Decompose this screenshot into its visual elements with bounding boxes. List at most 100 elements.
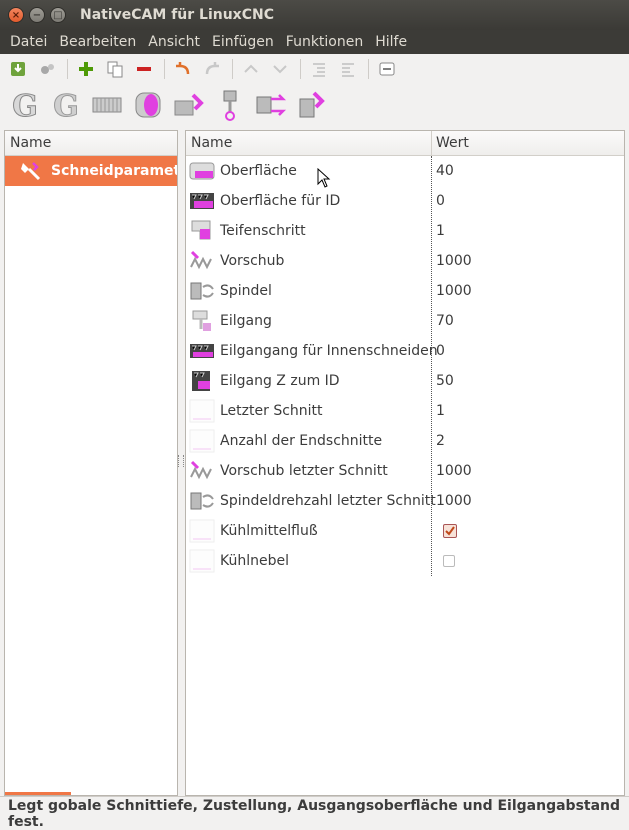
blank-param-icon (188, 427, 216, 455)
menu-einfuegen[interactable]: Einfügen (212, 34, 274, 50)
param-row[interactable]: Vorschub letzter Schnitt 1000 (186, 456, 624, 486)
params-pane: Name Wert Oberfläche 40 Oberfläche für I… (185, 130, 625, 796)
title-bar: × − □ NativeCAM für LinuxCNC (0, 0, 629, 30)
drill-icon[interactable] (214, 89, 246, 121)
param-value[interactable]: 1000 (436, 283, 472, 299)
add-icon[interactable] (75, 58, 97, 80)
blank-param-icon (188, 547, 216, 575)
cylinder-icon[interactable] (132, 89, 164, 121)
param-name: Kühlnebel (220, 553, 289, 569)
param-row[interactable]: Eilgangang für Innenschneiden 0 (186, 336, 624, 366)
param-name: Eilgang Z zum ID (220, 373, 340, 389)
indent-icon[interactable] (308, 58, 330, 80)
coolant-mist-checkbox[interactable] (443, 555, 455, 567)
menu-bearbeiten[interactable]: Bearbeiten (59, 34, 136, 50)
spindle-icon (188, 487, 216, 515)
rapid-icon (188, 307, 216, 335)
close-icon[interactable]: × (8, 7, 24, 23)
param-value[interactable]: 40 (436, 163, 454, 179)
coolant-flow-checkbox[interactable] (443, 524, 457, 538)
param-name: Letzter Schnitt (220, 403, 323, 419)
menu-hilfe[interactable]: Hilfe (375, 34, 407, 50)
spindle-icon (188, 277, 216, 305)
minimize-icon[interactable]: − (29, 7, 45, 23)
param-name: Spindel (220, 283, 272, 299)
param-name: Anzahl der Endschnitte (220, 433, 383, 449)
param-row[interactable]: Kühlmittelfluß (186, 516, 624, 546)
thread-icon[interactable] (91, 89, 123, 121)
toolbar-separator (300, 59, 301, 79)
copy-icon[interactable] (104, 58, 126, 80)
menu-ansicht[interactable]: Ansicht (148, 34, 200, 50)
depth-step-icon (188, 217, 216, 245)
tree-item-selected[interactable]: Schneidparamete (5, 156, 177, 186)
menu-funktionen[interactable]: Funktionen (286, 34, 363, 50)
param-row[interactable]: Eilgang 70 (186, 306, 624, 336)
param-row[interactable]: Spindeldrehzahl letzter Schnitt 1000 (186, 486, 624, 516)
param-name: Teifenschritt (220, 223, 306, 239)
toolbar-separator (232, 59, 233, 79)
settings-icon[interactable] (36, 58, 58, 80)
save-icon[interactable] (7, 58, 29, 80)
menu-bar: Datei Bearbeiten Ansicht Einfügen Funkti… (0, 30, 629, 54)
param-value[interactable]: 0 (436, 193, 445, 209)
params-header-value[interactable]: Wert (436, 135, 469, 151)
undo-icon[interactable] (172, 58, 194, 80)
svg-text:G: G (53, 89, 79, 121)
feature-iconbar: G G (0, 84, 629, 126)
tree-pane: Name Schneidparamete (4, 130, 178, 796)
wrench-tool-icon (19, 159, 43, 183)
param-row[interactable]: Letzter Schnitt 1 (186, 396, 624, 426)
move-down-icon[interactable] (269, 58, 291, 80)
remove-icon[interactable] (133, 58, 155, 80)
param-row[interactable]: Anzahl der Endschnitte 2 (186, 426, 624, 456)
tool-settings-icon[interactable] (296, 89, 328, 121)
gcode-g-icon[interactable]: G (9, 89, 41, 121)
collapse-icon[interactable] (376, 58, 398, 80)
param-row[interactable]: Eilgang Z zum ID 50 (186, 366, 624, 396)
feed-icon (188, 457, 216, 485)
param-value[interactable]: 1000 (436, 463, 472, 479)
param-name: Kühlmittelfluß (220, 523, 318, 539)
param-name: Oberfläche für ID (220, 193, 341, 209)
param-value[interactable]: 1000 (436, 493, 472, 509)
param-name: Vorschub letzter Schnitt (220, 463, 388, 479)
param-row[interactable]: Kühlnebel (186, 546, 624, 576)
param-value[interactable]: 1000 (436, 253, 472, 269)
surface-icon (188, 157, 216, 185)
param-value[interactable]: 2 (436, 433, 445, 449)
params-column-header: Name Wert (186, 131, 624, 156)
param-value[interactable]: 70 (436, 313, 454, 329)
redo-icon[interactable] (201, 58, 223, 80)
gcode-g2-icon[interactable]: G (50, 89, 82, 121)
header-divider (431, 131, 432, 155)
param-name: Eilgang (220, 313, 272, 329)
maximize-icon[interactable]: □ (50, 7, 66, 23)
param-value[interactable]: 1 (436, 403, 445, 419)
tree-column-header[interactable]: Name (5, 131, 177, 156)
param-value[interactable]: 50 (436, 373, 454, 389)
thread-tool-icon[interactable] (173, 89, 205, 121)
param-row[interactable]: Teifenschritt 1 (186, 216, 624, 246)
tree-item-label: Schneidparamete (51, 163, 177, 179)
param-row[interactable]: Oberfläche 40 (186, 156, 624, 188)
move-up-icon[interactable] (240, 58, 262, 80)
param-name: Oberfläche (220, 163, 297, 179)
pane-splitter[interactable] (178, 455, 184, 467)
tree-header-name: Name (10, 135, 52, 151)
toolbar (0, 54, 629, 84)
menu-datei[interactable]: Datei (10, 34, 47, 50)
transform-icon[interactable] (255, 89, 287, 121)
toolbar-separator (67, 59, 68, 79)
tree-scroll-indicator[interactable] (5, 792, 71, 795)
blank-param-icon (188, 397, 216, 425)
unindent-icon[interactable] (337, 58, 359, 80)
params-header-name[interactable]: Name (191, 135, 232, 151)
param-name: Eilgangang für Innenschneiden (220, 343, 438, 359)
param-value[interactable]: 0 (436, 343, 445, 359)
param-value[interactable]: 1 (436, 223, 445, 239)
param-row[interactable]: Oberfläche für ID 0 (186, 186, 624, 216)
param-name: Spindeldrehzahl letzter Schnitt (220, 493, 436, 509)
param-row[interactable]: Vorschub 1000 (186, 246, 624, 276)
param-row[interactable]: Spindel 1000 (186, 276, 624, 306)
